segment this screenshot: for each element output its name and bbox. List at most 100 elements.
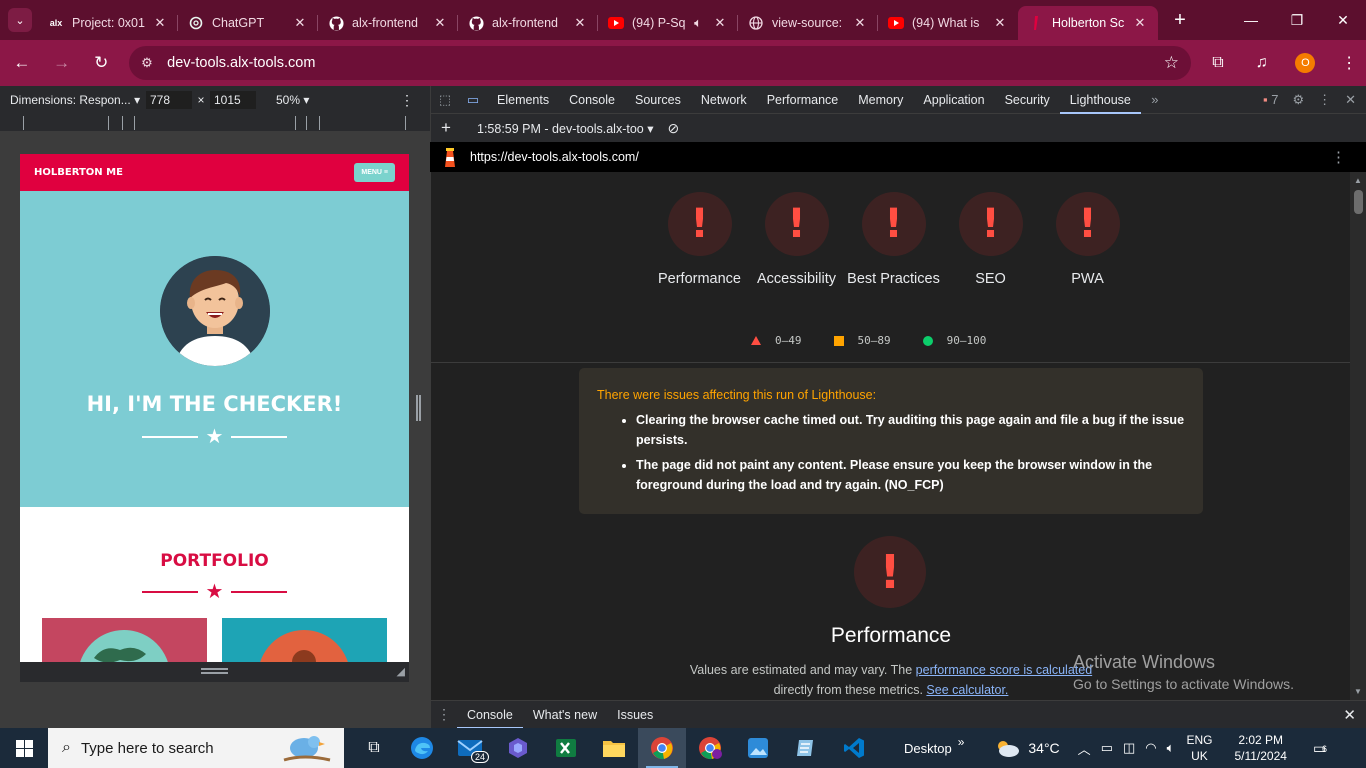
back-button[interactable]: ← — [4, 45, 40, 81]
chrome-profile-icon[interactable] — [686, 728, 734, 768]
menu-icon[interactable]: ⋮ — [1332, 46, 1366, 80]
report-select[interactable]: 1:58:59 PM - dev-tools.alx-too ▾ — [477, 121, 654, 136]
tab-performance[interactable]: Performance — [757, 86, 849, 114]
issues-badge[interactable]: ▪ 7 — [1263, 92, 1278, 107]
dimensions-select[interactable]: Dimensions: Respon... ▾ — [10, 93, 146, 107]
chrome-icon[interactable] — [638, 728, 686, 768]
task-view-icon[interactable]: ⧉ — [350, 728, 398, 768]
close-icon[interactable]: ✕ — [1345, 92, 1356, 108]
portfolio-item[interactable] — [42, 618, 207, 662]
height-input[interactable]: 1015 — [210, 91, 256, 109]
score-calculated-link[interactable]: performance score is calculated — [916, 663, 1092, 677]
edge-icon[interactable] — [398, 728, 446, 768]
report-url[interactable]: https://dev-tools.alx-tools.com/ — [470, 150, 639, 164]
tab-github-2[interactable]: alx-frontend ✕ — [458, 6, 598, 40]
taskbar-search[interactable]: ⌕ Type here to search — [48, 728, 344, 768]
battery-icon[interactable]: ▭ — [1101, 740, 1113, 756]
url-text[interactable]: dev-tools.alx-tools.com — [167, 55, 1164, 71]
close-window-button[interactable]: ✕ — [1320, 0, 1366, 40]
tab-sources[interactable]: Sources — [625, 86, 691, 114]
gauge-performance[interactable]: ! Performance — [651, 192, 748, 289]
inspect-element-icon[interactable]: ⬚ — [431, 92, 459, 108]
device-toggle-icon[interactable]: ▭ — [459, 92, 487, 108]
site-brand[interactable]: HOLBERTON ME — [34, 167, 123, 178]
scroll-thumb[interactable] — [1354, 190, 1363, 214]
desktop-toolbar-label[interactable]: Desktop — [904, 741, 952, 756]
gauge-pwa[interactable]: ! PWA — [1039, 192, 1136, 289]
media-control-icon[interactable]: ♫ — [1245, 46, 1279, 80]
drawer-menu-icon[interactable]: ⋮ — [431, 706, 457, 723]
close-icon[interactable]: ✕ — [572, 15, 588, 31]
volume-icon[interactable]: 🔈︎ — [1167, 740, 1175, 756]
more-tabs-icon[interactable]: » — [1141, 92, 1169, 107]
report-menu-icon[interactable]: ⋮ — [1331, 148, 1346, 166]
tab-project[interactable]: alx Project: 0x01 ✕ — [38, 6, 178, 40]
speaker-icon[interactable]: 🔈︎ — [690, 15, 706, 31]
tab-view-source[interactable]: view-source: ✕ — [738, 6, 878, 40]
width-input[interactable]: 778 — [146, 91, 192, 109]
scroll-down-icon[interactable]: ▼ — [1354, 687, 1362, 696]
portfolio-item[interactable] — [222, 618, 387, 662]
close-icon[interactable]: ✕ — [292, 15, 308, 31]
device-resize-handle[interactable] — [416, 395, 421, 421]
resize-corner-icon[interactable]: ◢ — [397, 665, 405, 678]
tab-chatgpt[interactable]: ChatGPT ✕ — [178, 6, 318, 40]
close-icon[interactable]: ✕ — [1132, 15, 1148, 31]
close-icon[interactable]: ✕ — [992, 15, 1008, 31]
restore-button[interactable]: ❐ — [1274, 0, 1320, 40]
vscode-icon[interactable] — [830, 728, 878, 768]
mail-icon[interactable]: 24 — [446, 728, 494, 768]
tab-application[interactable]: Application — [913, 86, 994, 114]
gauge-seo[interactable]: ! SEO — [942, 192, 1039, 289]
minimize-button[interactable]: — — [1228, 0, 1274, 40]
device-resize-bar[interactable]: ◢ — [20, 662, 409, 682]
menu-button[interactable]: MENU ≡ — [354, 163, 395, 182]
tab-youtube-2[interactable]: (94) What is ✕ — [878, 6, 1018, 40]
close-icon[interactable]: ✕ — [152, 15, 168, 31]
close-icon[interactable]: ✕ — [432, 15, 448, 31]
tab-holberton[interactable]: Holberton Sc ✕ — [1018, 6, 1158, 40]
start-button[interactable] — [0, 728, 48, 768]
site-info-icon[interactable]: ⚙︎ — [141, 55, 161, 71]
weather-widget[interactable]: 34°C — [994, 738, 1060, 758]
language-indicator[interactable]: ENG UK — [1186, 732, 1212, 764]
tab-network[interactable]: Network — [691, 86, 757, 114]
tab-github-1[interactable]: alx-frontend ✕ — [318, 6, 458, 40]
excel-icon[interactable] — [542, 728, 590, 768]
bookmark-star-icon[interactable]: ☆ — [1164, 53, 1179, 73]
tab-console[interactable]: Console — [559, 86, 625, 114]
drawer-tab-issues[interactable]: Issues — [607, 701, 663, 729]
extensions-icon[interactable]: ⧉ — [1201, 46, 1235, 80]
reload-button[interactable]: ↻ — [83, 45, 119, 81]
emulated-page[interactable]: HOLBERTON ME MENU ≡ HI, I'M THE CHECKER!… — [20, 154, 409, 662]
see-calculator-link[interactable]: See calculator. — [926, 683, 1008, 697]
close-icon[interactable]: ✕ — [852, 15, 868, 31]
forward-button[interactable]: → — [44, 45, 80, 81]
tab-search-button[interactable]: ⌄ — [8, 8, 32, 32]
report-scrollbar[interactable]: ▲ ▼ — [1350, 172, 1366, 700]
media-query-ruler[interactable] — [0, 114, 430, 132]
notification-button[interactable]: ▭ 6 — [1313, 740, 1327, 757]
new-report-button[interactable]: + — [431, 118, 461, 138]
file-explorer-icon[interactable] — [590, 728, 638, 768]
copilot-icon[interactable] — [494, 728, 542, 768]
tab-memory[interactable]: Memory — [848, 86, 913, 114]
wifi-icon[interactable]: ◠ — [1145, 740, 1156, 756]
clock[interactable]: 2:02 PM 5/11/2024 — [1234, 732, 1287, 764]
tab-lighthouse[interactable]: Lighthouse — [1059, 86, 1141, 114]
notepad-icon[interactable] — [782, 728, 830, 768]
gauge-best-practices[interactable]: ! Best Practices — [845, 192, 942, 289]
more-icon[interactable]: ⋮ — [1318, 92, 1331, 108]
clear-icon[interactable]: ⊘ — [668, 120, 680, 137]
chevron-up-icon[interactable]: ︿ — [1078, 739, 1091, 758]
photos-icon[interactable] — [734, 728, 782, 768]
zoom-select[interactable]: 50% ▾ — [276, 93, 309, 107]
tab-youtube-1[interactable]: (94) P-Sq 🔈︎ ✕ — [598, 6, 738, 40]
new-tab-button[interactable]: + — [1166, 6, 1194, 34]
profile-button[interactable]: O — [1289, 46, 1323, 80]
tab-security[interactable]: Security — [995, 86, 1060, 114]
scroll-up-icon[interactable]: ▲ — [1354, 176, 1362, 185]
gear-icon[interactable]: ⚙︎ — [1292, 92, 1304, 108]
camera-icon[interactable]: ◫ — [1123, 740, 1135, 756]
chevron-right-icon[interactable]: » — [958, 735, 965, 749]
